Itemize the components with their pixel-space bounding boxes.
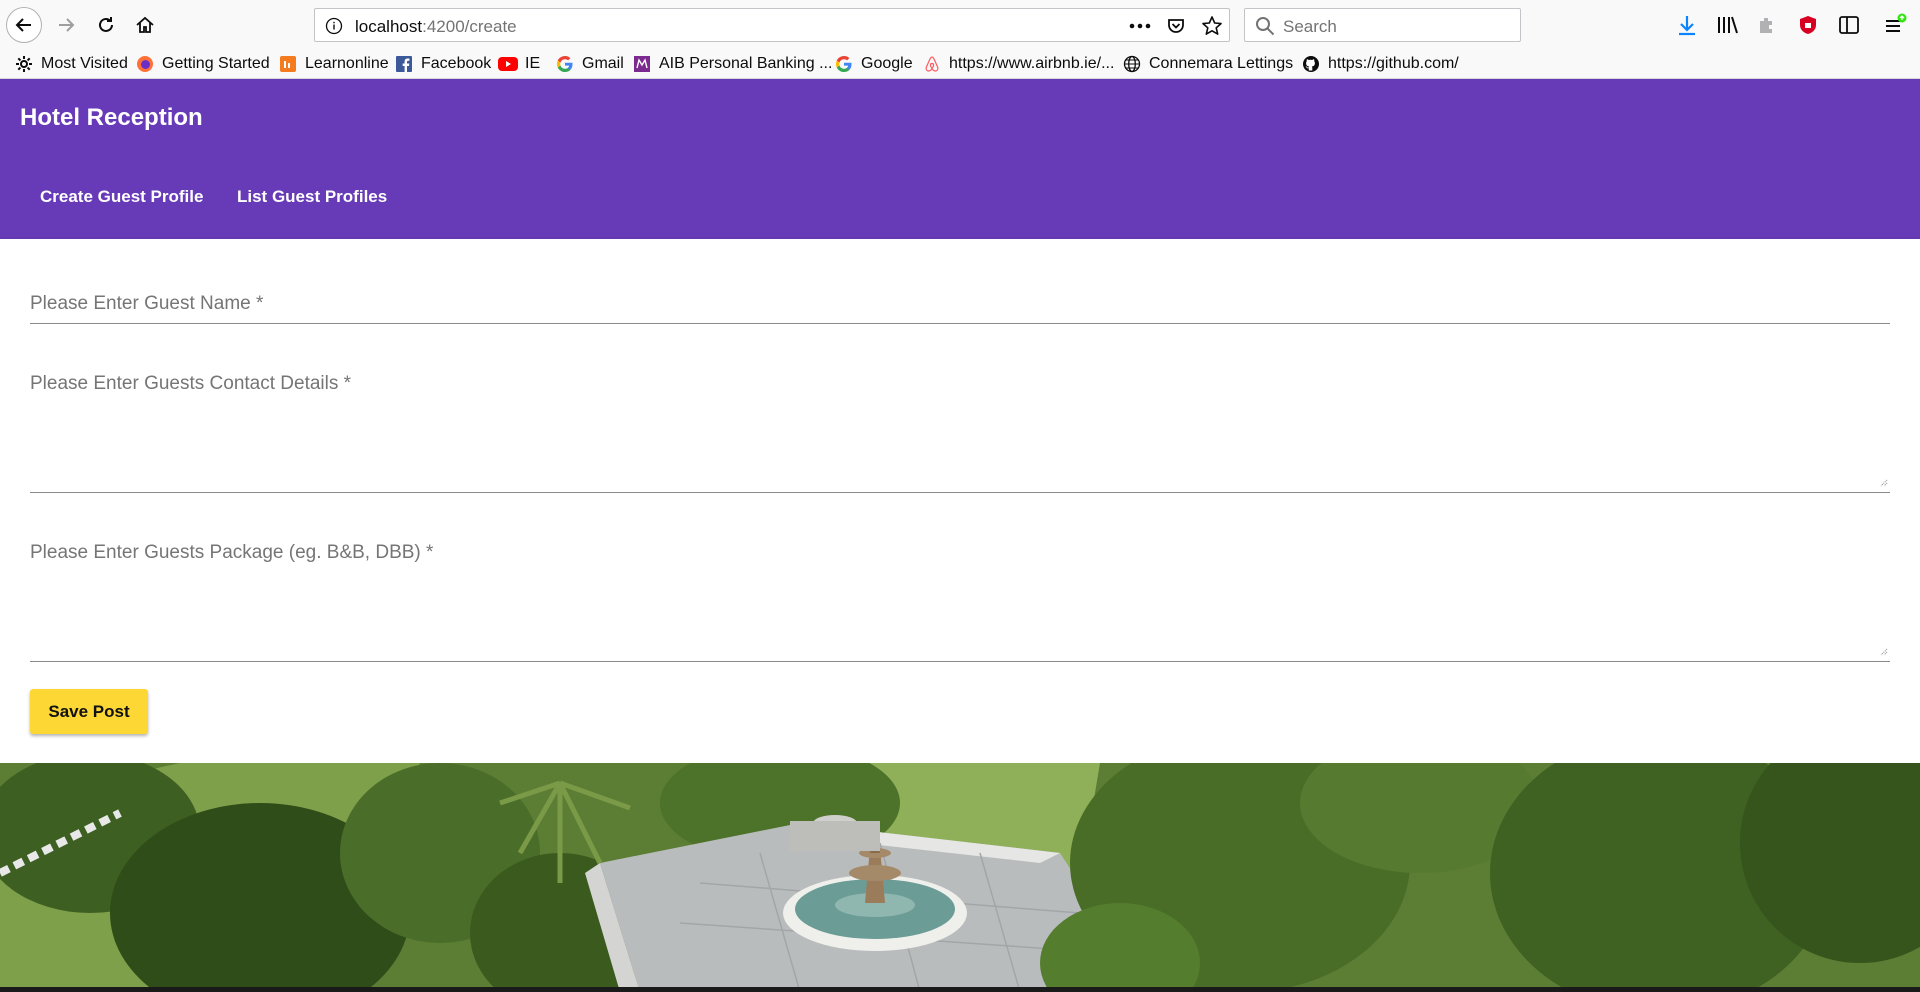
bookmark-label: Facebook xyxy=(421,55,492,72)
garden-fountain-image xyxy=(0,763,1920,992)
url-path: :4200/create xyxy=(422,17,517,36)
bookmark-label: Gmail xyxy=(582,55,624,72)
shield-icon xyxy=(1800,16,1816,34)
url-text[interactable]: localhost:4200/create xyxy=(355,17,517,37)
browser-navbar: localhost:4200/create Search xyxy=(0,0,1920,50)
sync-button[interactable] xyxy=(1752,10,1782,40)
bookmark-label: AIB Personal Banking ... xyxy=(659,55,833,72)
bookmark-label: Google xyxy=(861,55,913,72)
aib-icon xyxy=(632,54,652,74)
contact-details-field[interactable]: Please Enter Guests Contact Details * xyxy=(30,373,1890,493)
bookmark-facebook[interactable]: Facebook xyxy=(394,52,491,76)
bookmark-star-icon[interactable] xyxy=(1199,13,1225,39)
package-label: Please Enter Guests Package (eg. B&B, DB… xyxy=(30,542,434,563)
bookmark-aib[interactable]: AIB Personal Banking ... xyxy=(632,52,832,76)
learnonline-icon xyxy=(278,54,298,74)
arrow-left-icon xyxy=(15,18,31,32)
search-placeholder: Search xyxy=(1283,17,1337,36)
library-button[interactable] xyxy=(1713,10,1743,40)
google-icon xyxy=(834,54,854,74)
contact-details-label: Please Enter Guests Contact Details * xyxy=(30,373,352,394)
google-icon xyxy=(555,54,575,74)
gear-icon xyxy=(14,54,34,74)
bookmark-google[interactable]: Google xyxy=(834,52,913,76)
sidebar-button[interactable] xyxy=(1834,10,1864,40)
back-button[interactable] xyxy=(6,7,42,43)
package-field[interactable]: Please Enter Guests Package (eg. B&B, DB… xyxy=(30,542,1890,662)
airbnb-icon xyxy=(922,54,942,74)
bookmark-airbnb[interactable]: https://www.airbnb.ie/... xyxy=(922,52,1114,76)
bookmark-connemara-lettings[interactable]: Connemara Lettings xyxy=(1122,52,1293,76)
home-button[interactable] xyxy=(127,7,163,43)
search-icon xyxy=(1255,16,1275,41)
bookmark-getting-started[interactable]: Getting Started xyxy=(135,52,270,76)
home-icon xyxy=(136,16,154,33)
menu-button[interactable] xyxy=(1880,10,1910,40)
contact-details-underline xyxy=(30,492,1890,493)
bookmark-ie[interactable]: IE xyxy=(498,52,540,76)
nav-create-guest-profile[interactable]: Create Guest Profile xyxy=(40,187,203,207)
search-bar[interactable]: Search xyxy=(1244,8,1521,42)
guest-name-field[interactable]: Please Enter Guest Name * xyxy=(30,293,1890,324)
arrow-right-icon xyxy=(59,18,75,32)
downloads-button[interactable] xyxy=(1672,10,1702,40)
reload-icon xyxy=(99,17,113,32)
url-host: localhost xyxy=(355,17,423,36)
app-title: Hotel Reception xyxy=(20,104,203,131)
reload-button[interactable] xyxy=(88,7,124,43)
bookmark-label: https://github.com/ xyxy=(1328,55,1459,72)
puzzle-icon xyxy=(1760,18,1772,33)
library-icon xyxy=(1718,16,1738,34)
guest-name-label: Please Enter Guest Name * xyxy=(30,293,264,314)
resize-grip-icon[interactable] xyxy=(1878,646,1888,656)
page-actions-icon[interactable] xyxy=(1127,13,1153,39)
url-bar[interactable]: localhost:4200/create xyxy=(314,8,1230,42)
hamburger-menu-icon xyxy=(1886,13,1907,32)
bookmark-label: Connemara Lettings xyxy=(1149,55,1294,72)
bookmark-gmail[interactable]: Gmail xyxy=(555,52,624,76)
nav-list-guest-profiles[interactable]: List Guest Profiles xyxy=(237,187,387,207)
extension-button[interactable] xyxy=(1793,10,1823,40)
resize-grip-icon[interactable] xyxy=(1878,477,1888,487)
guest-form-card: Please Enter Guest Name * Please Enter G… xyxy=(0,239,1920,763)
bookmark-label: Learnonline xyxy=(305,55,389,72)
globe-icon xyxy=(1122,54,1142,74)
guest-name-underline xyxy=(30,323,1890,324)
youtube-icon xyxy=(498,54,518,74)
download-icon xyxy=(1679,16,1695,36)
bookmarks-toolbar: Most Visited Getting Started Learnonline… xyxy=(0,50,1920,79)
bookmark-label: IE xyxy=(525,55,541,72)
package-underline xyxy=(30,661,1890,662)
bookmark-most-visited[interactable]: Most Visited xyxy=(14,52,128,76)
forward-button[interactable] xyxy=(48,7,84,43)
bookmark-learnonline[interactable]: Learnonline xyxy=(278,52,389,76)
save-post-button[interactable]: Save Post xyxy=(30,689,148,734)
github-icon xyxy=(1301,54,1321,74)
bookmark-label: Getting Started xyxy=(162,55,270,72)
firefox-icon xyxy=(135,54,155,74)
bookmark-github[interactable]: https://github.com/ xyxy=(1301,52,1459,76)
sidebar-icon xyxy=(1839,16,1859,34)
app-toolbar: Hotel Reception Create Guest Profile Lis… xyxy=(0,79,1920,239)
pocket-icon[interactable] xyxy=(1163,13,1189,39)
bookmark-label: Most Visited xyxy=(41,55,128,72)
facebook-icon xyxy=(394,54,414,74)
info-icon[interactable] xyxy=(325,17,343,40)
bookmark-label: https://www.airbnb.ie/... xyxy=(949,55,1115,72)
